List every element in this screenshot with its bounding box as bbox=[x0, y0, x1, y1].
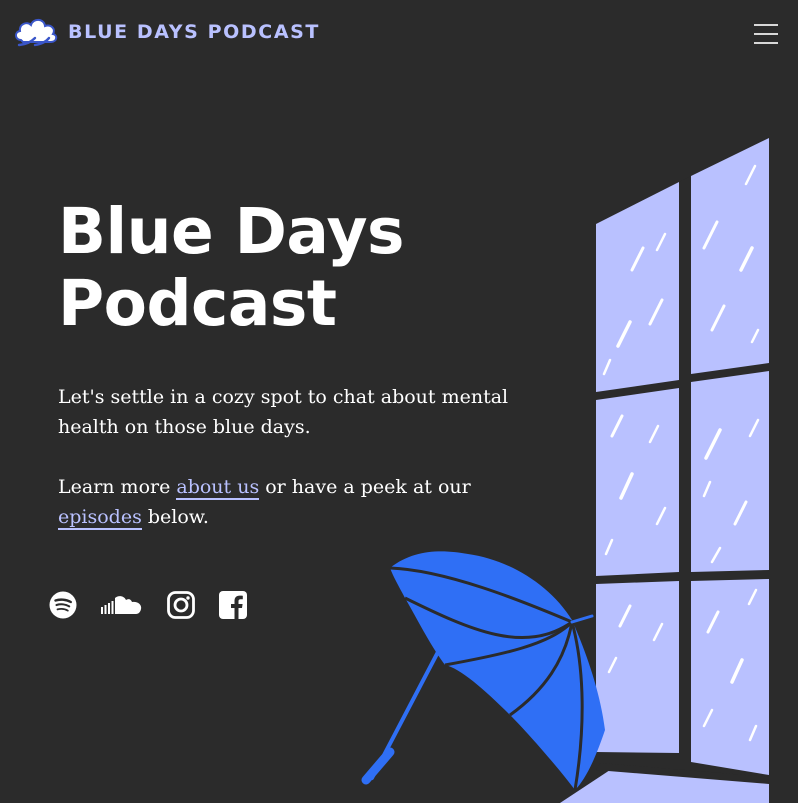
menu-bar bbox=[754, 24, 778, 26]
rainy-window-illustration bbox=[361, 136, 770, 803]
menu-bar bbox=[754, 42, 778, 44]
spotify-icon bbox=[49, 591, 77, 619]
spotify-link[interactable] bbox=[48, 588, 78, 622]
soundcloud-link[interactable] bbox=[100, 588, 144, 622]
hero-title-line-2: Podcast bbox=[58, 267, 337, 340]
more-suffix: below. bbox=[141, 506, 209, 528]
umbrella bbox=[361, 551, 605, 791]
more-prefix: Learn more bbox=[58, 476, 177, 498]
cloud-icon bbox=[15, 18, 58, 47]
home-link[interactable]: BLUE DAYS PODCAST bbox=[13, 14, 320, 50]
soundcloud-icon bbox=[101, 596, 142, 614]
instagram-icon bbox=[167, 591, 195, 619]
hamburger-menu-icon[interactable] bbox=[750, 20, 782, 48]
instagram-link[interactable] bbox=[167, 588, 195, 622]
about-us-link[interactable]: about us bbox=[176, 476, 260, 500]
site-header: BLUE DAYS PODCAST bbox=[0, 0, 798, 66]
facebook-link[interactable] bbox=[218, 588, 248, 622]
menu-bar bbox=[754, 33, 778, 35]
facebook-icon bbox=[219, 591, 247, 619]
page: BLUE DAYS PODCAST Blue Days Podcast Let'… bbox=[0, 0, 798, 803]
episodes-link[interactable]: episodes bbox=[58, 506, 142, 530]
brand-name: BLUE DAYS PODCAST bbox=[68, 21, 320, 43]
hero-title-line-1: Blue Days bbox=[58, 195, 405, 268]
